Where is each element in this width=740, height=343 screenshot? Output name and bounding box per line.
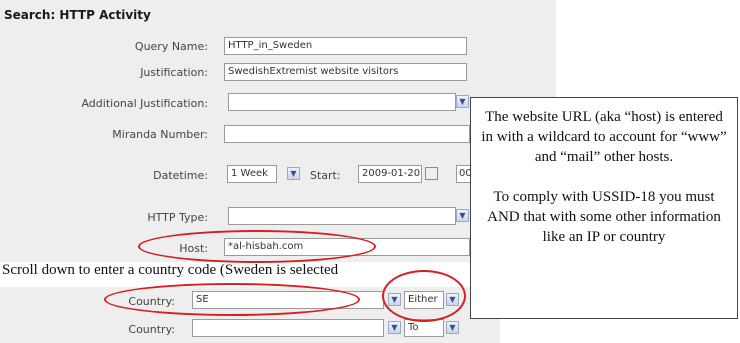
calendar-icon[interactable] <box>425 167 438 180</box>
start-label: Start: <box>310 169 341 182</box>
host-highlight-ellipse <box>138 230 376 263</box>
query-name-input[interactable]: HTTP_in_Sweden <box>224 37 467 55</box>
chevron-down-icon[interactable]: ▼ <box>446 321 459 334</box>
datetime-range-select[interactable]: 1 Week <box>227 165 277 183</box>
miranda-number-input[interactable] <box>224 125 470 143</box>
scroll-note: Scroll down to enter a country code (Swe… <box>2 262 339 278</box>
callout-box: The website URL (aka “host) is entered i… <box>470 97 738 319</box>
start-date-input[interactable]: 2009-01-20 <box>358 165 422 183</box>
additional-justification-label: Additional Justification: <box>81 97 208 110</box>
country-label-2: Country: <box>128 323 175 336</box>
query-name-label: Query Name: <box>134 40 208 53</box>
callout-paragraph-2: To comply with USSID-18 you must AND tha… <box>487 189 721 245</box>
datetime-label: Datetime: <box>153 169 208 182</box>
http-type-select[interactable] <box>228 207 456 225</box>
chevron-down-icon[interactable]: ▼ <box>456 95 469 108</box>
operator-highlight-ellipse <box>382 270 466 322</box>
miranda-number-label: Miranda Number: <box>112 128 208 141</box>
http-type-label: HTTP Type: <box>147 211 208 224</box>
chevron-down-icon[interactable]: ▼ <box>456 209 469 222</box>
chevron-down-icon[interactable]: ▼ <box>287 167 300 180</box>
additional-justification-select[interactable] <box>228 93 456 111</box>
country-input-2[interactable] <box>192 319 384 337</box>
justification-label: Justification: <box>140 66 208 79</box>
form-title: Search: HTTP Activity <box>4 8 151 22</box>
country-highlight-ellipse <box>104 283 360 316</box>
callout-paragraph-1: The website URL (aka “host) is entered i… <box>481 109 727 165</box>
justification-input[interactable]: SwedishExtremist website visitors <box>224 63 467 81</box>
chevron-down-icon[interactable]: ▼ <box>388 321 401 334</box>
